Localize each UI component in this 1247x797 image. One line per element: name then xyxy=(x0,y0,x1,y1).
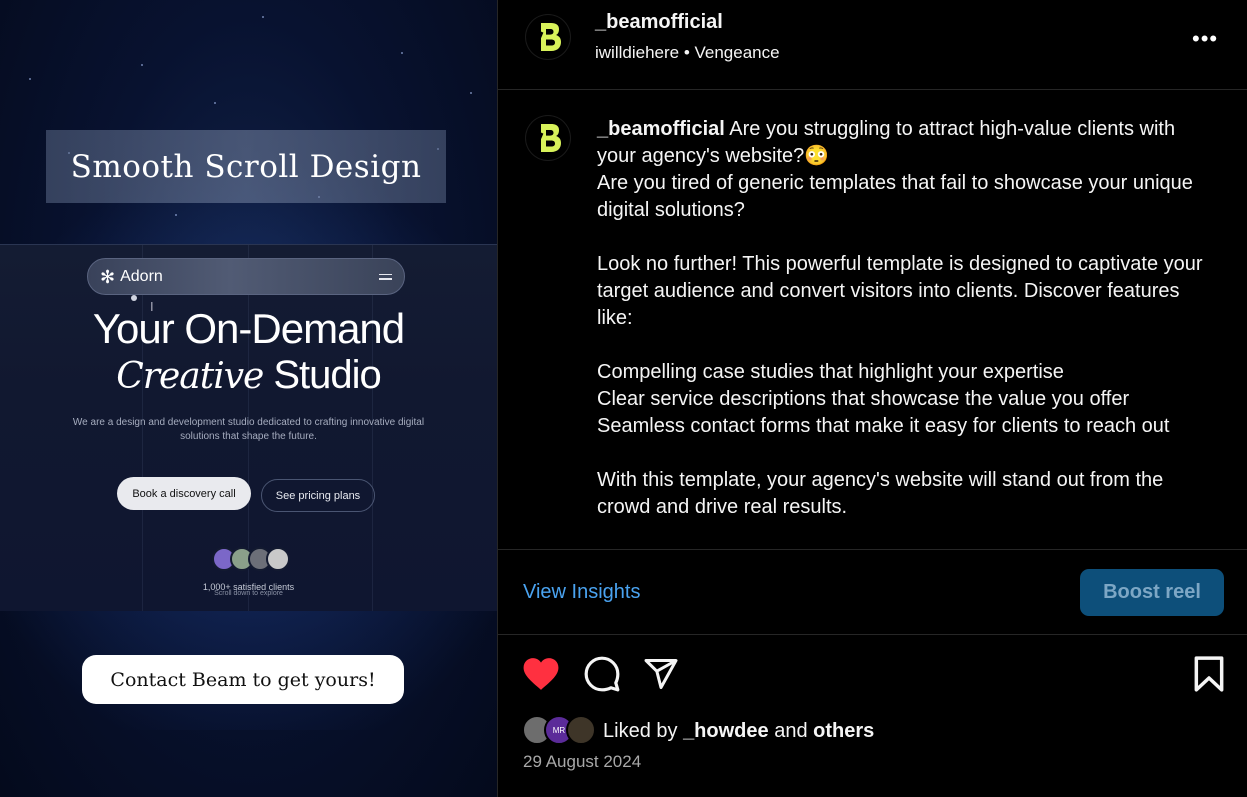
caption-text: Are you struggling to attract high-value… xyxy=(597,118,1203,518)
more-options-icon[interactable]: ••• xyxy=(1192,26,1218,52)
website-mockup: ✻ Adorn I Your On-Demand Creative Studio … xyxy=(0,244,497,611)
author-avatar[interactable] xyxy=(526,15,570,59)
mockup-description: We are a design and development studio d… xyxy=(72,417,425,442)
share-icon[interactable] xyxy=(643,656,679,692)
mockup-pricing-button: See pricing plans xyxy=(261,479,375,512)
audio-track-info[interactable]: iwilldiehere • Vengeance xyxy=(595,43,780,63)
post-date: 29 August 2024 xyxy=(523,752,642,771)
mockup-headline-line-2: Creative Studio xyxy=(116,353,382,397)
bookmark-icon[interactable] xyxy=(1192,655,1226,693)
liked-by-text: Liked by _howdee and others xyxy=(603,720,875,742)
beam-logo-icon xyxy=(534,124,561,152)
liked-by-user[interactable]: _howdee xyxy=(683,720,769,742)
asterisk-logo-icon: ✻ xyxy=(100,266,116,287)
comment-icon[interactable] xyxy=(583,655,621,693)
mockup-scroll-hint: Scroll down to explore xyxy=(214,590,283,597)
caption-author-avatar[interactable] xyxy=(526,116,570,160)
mockup-discovery-call-button: Book a discovery call xyxy=(117,477,251,510)
post-caption: _beamofficial Are you struggling to attr… xyxy=(597,116,1217,521)
post-header: _beamofficial iwilldiehere • Vengeance •… xyxy=(498,0,1247,90)
mockup-logo: ✻ Adorn xyxy=(100,266,163,287)
contact-cta-banner: Contact Beam to get yours! xyxy=(82,655,404,704)
liked-by-avatars[interactable]: MR xyxy=(522,715,596,745)
hamburger-menu-icon xyxy=(379,271,392,283)
reel-video[interactable]: Smooth Scroll Design ✻ Adorn I Your On-D… xyxy=(0,0,497,797)
view-insights-link[interactable]: View Insights xyxy=(523,581,640,604)
post-panel: _beamofficial iwilldiehere • Vengeance •… xyxy=(497,0,1247,797)
reel-title-banner: Smooth Scroll Design xyxy=(46,130,446,203)
liked-by-others[interactable]: others xyxy=(813,720,874,742)
author-username[interactable]: _beamofficial xyxy=(595,11,723,34)
heart-icon[interactable] xyxy=(522,656,560,692)
mockup-navbar: ✻ Adorn xyxy=(87,258,405,295)
boost-reel-button[interactable]: Boost reel xyxy=(1080,569,1224,616)
insights-bar: View Insights Boost reel xyxy=(498,549,1247,635)
cursor-dot xyxy=(131,295,137,301)
liker-avatar xyxy=(566,715,596,745)
caption-username[interactable]: _beamofficial xyxy=(597,118,725,140)
caption-section: _beamofficial Are you struggling to attr… xyxy=(498,91,1247,548)
mockup-client-avatars xyxy=(212,547,290,571)
reel-title: Smooth Scroll Design xyxy=(70,148,422,185)
beam-logo-icon xyxy=(534,23,561,51)
mockup-headline-line-1: Your On-Demand xyxy=(92,305,405,352)
